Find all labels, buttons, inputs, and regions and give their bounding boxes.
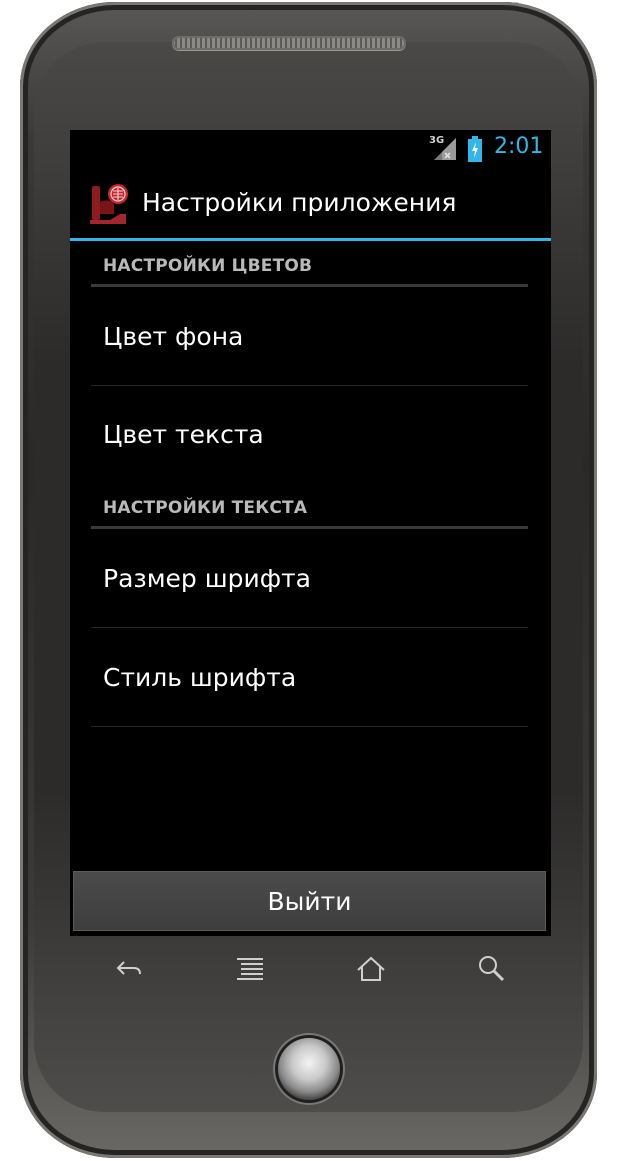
clock: 2:01 bbox=[494, 134, 544, 159]
status-bar: 3G 2:01 bbox=[70, 130, 551, 168]
nav-bar bbox=[70, 938, 551, 1000]
action-bar: Настройки приложения bbox=[70, 168, 551, 241]
category-header-text: НАСТРОЙКИ ТЕКСТА bbox=[91, 483, 528, 529]
pref-item-text-color[interactable]: Цвет текста bbox=[91, 386, 528, 483]
search-icon[interactable] bbox=[475, 952, 509, 986]
pref-item-font-size[interactable]: Размер шрифта bbox=[91, 529, 528, 628]
hardware-trackball-button[interactable] bbox=[278, 1038, 340, 1100]
preferences-list: НАСТРОЙКИ ЦВЕТОВ Цвет фона Цвет текста Н… bbox=[91, 241, 528, 727]
home-icon[interactable] bbox=[354, 952, 388, 986]
network-type-label: 3G bbox=[429, 135, 445, 146]
category-header-colors: НАСТРОЙКИ ЦВЕТОВ bbox=[91, 241, 528, 287]
speaker-grille bbox=[172, 36, 406, 50]
exit-button[interactable]: Выйти bbox=[73, 871, 546, 931]
pref-item-font-style[interactable]: Стиль шрифта bbox=[91, 628, 528, 727]
pref-item-background-color[interactable]: Цвет фона bbox=[91, 287, 528, 386]
page-title: Настройки приложения bbox=[142, 188, 457, 217]
back-icon[interactable] bbox=[112, 952, 146, 986]
app-logo-icon[interactable] bbox=[86, 180, 132, 226]
menu-icon[interactable] bbox=[233, 952, 267, 986]
device-screen: 3G 2:01 Настройки приложения НАСТРОЙКИ Ц… bbox=[70, 130, 551, 936]
battery-charging-icon bbox=[468, 136, 482, 162]
